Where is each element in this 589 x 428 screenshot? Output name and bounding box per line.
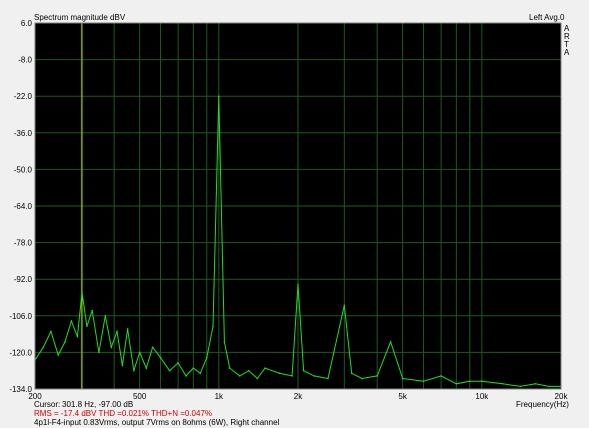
y-tick-label: -8.0 xyxy=(18,56,32,65)
data-point xyxy=(291,375,293,377)
data-point xyxy=(86,325,88,328)
data-point xyxy=(302,369,305,372)
data-point xyxy=(205,356,208,359)
data-point xyxy=(278,372,281,375)
data-point xyxy=(132,369,135,372)
y-tick-label: -22.0 xyxy=(14,92,33,101)
data-point xyxy=(151,346,154,348)
data-point xyxy=(104,315,107,317)
data-point xyxy=(192,367,195,369)
data-point xyxy=(57,354,59,356)
data-point xyxy=(218,95,220,97)
y-tick-label: -64.0 xyxy=(14,202,33,211)
data-point xyxy=(361,377,363,380)
data-point xyxy=(70,320,73,322)
x-axis-label: Frequency(Hz) xyxy=(516,400,569,409)
data-point xyxy=(376,375,378,377)
data-point xyxy=(223,341,226,343)
y-tick-label: -106.0 xyxy=(9,312,32,321)
data-point xyxy=(247,369,250,372)
data-point xyxy=(185,375,187,377)
x-tick-label: 5k xyxy=(398,392,407,401)
data-point xyxy=(98,351,100,354)
data-point xyxy=(81,291,83,294)
y-tick-label: 6.0 xyxy=(21,19,33,28)
arta-spectrum-window: Spectrum magnitude dBV Left Avg.0 A R T … xyxy=(0,0,589,427)
data-point xyxy=(455,382,458,385)
data-point xyxy=(228,367,231,369)
data-point xyxy=(76,335,79,338)
data-point xyxy=(481,380,483,382)
data-point xyxy=(159,356,162,359)
y-tick-label: -50.0 xyxy=(14,165,33,174)
data-point xyxy=(238,375,241,377)
data-point xyxy=(389,341,392,343)
data-point xyxy=(110,346,113,348)
x-tick-label: 10k xyxy=(475,392,489,401)
data-point xyxy=(343,304,346,307)
data-point xyxy=(116,330,118,333)
data-point xyxy=(264,367,266,369)
data-point xyxy=(64,341,66,343)
data-point xyxy=(468,380,471,382)
data-point xyxy=(401,377,404,380)
y-tick-label: -36.0 xyxy=(14,129,33,138)
data-point xyxy=(313,375,315,377)
data-point xyxy=(422,380,425,382)
data-point xyxy=(177,362,179,364)
data-point xyxy=(212,325,214,328)
data-point xyxy=(50,330,52,333)
x-tick-label: 500 xyxy=(133,392,147,401)
data-point xyxy=(519,385,522,388)
data-point xyxy=(327,377,329,380)
data-point xyxy=(42,346,45,348)
data-point xyxy=(256,377,259,380)
data-point xyxy=(145,367,148,369)
data-point xyxy=(440,375,442,377)
y-tick-label: -78.0 xyxy=(14,239,33,248)
data-point xyxy=(126,328,129,330)
data-point xyxy=(121,364,124,367)
data-point xyxy=(91,309,93,312)
data-point xyxy=(199,372,202,375)
data-point xyxy=(297,283,299,286)
data-point xyxy=(501,382,504,385)
x-tick-label: 1k xyxy=(215,392,224,401)
x-tick-label: 2k xyxy=(294,392,303,401)
data-point xyxy=(534,382,537,385)
data-point xyxy=(168,369,171,372)
data-point xyxy=(548,385,550,388)
data-point xyxy=(138,351,141,354)
y-tick-label: -120.0 xyxy=(9,348,32,357)
y-tick-label: -92.0 xyxy=(14,275,33,284)
data-point xyxy=(350,372,353,375)
spectrum-chart[interactable]: 6.0 -8.0 -22.0 -36.0 -50.0 -64.0 -78.0 -92.0 -10… xyxy=(0,0,589,427)
